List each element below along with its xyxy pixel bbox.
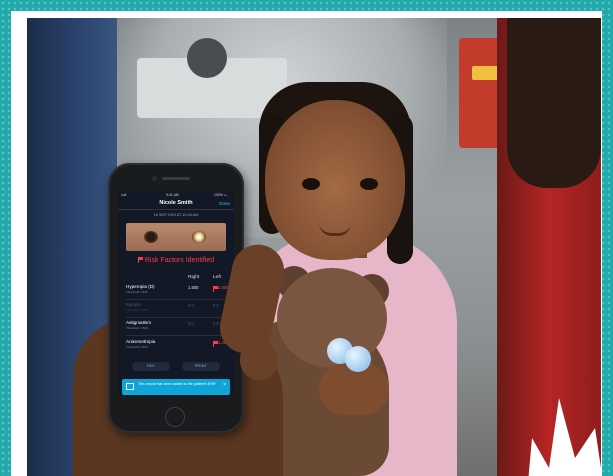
pupil-right xyxy=(192,231,206,243)
result-threshold: Threshold 1.500 xyxy=(126,290,148,294)
parent-hair xyxy=(507,18,601,188)
front-camera xyxy=(152,176,157,181)
result-left-value: 2.800 xyxy=(213,285,228,292)
flag-icon xyxy=(213,341,218,347)
flag-icon xyxy=(213,286,218,292)
girl-eye-right xyxy=(360,178,378,190)
result-threshold: Threshold 1.500 xyxy=(126,308,148,312)
risk-factors-label: Risk Factors Identified xyxy=(144,257,215,264)
lollipop xyxy=(345,346,371,372)
exam-date: 16 SEP 2019 AT 10:44 AM xyxy=(153,213,199,217)
ehr-toast[interactable]: This record has been added to the patien… xyxy=(122,379,230,395)
row-divider xyxy=(126,299,230,300)
result-left-value: 0.0 xyxy=(213,303,219,308)
result-right-value: 0.0 xyxy=(188,303,194,308)
print-button[interactable]: PRINT xyxy=(182,362,220,371)
flag-icon xyxy=(137,257,143,263)
status-time: 9:41 AM xyxy=(166,193,179,197)
home-button[interactable] xyxy=(165,407,185,427)
row-divider xyxy=(126,317,230,318)
nav-divider xyxy=(118,209,234,210)
result-right-value: 1.500 xyxy=(188,285,199,290)
result-name: Anisometropia xyxy=(126,339,156,344)
earpiece-speaker xyxy=(162,177,190,180)
girl-face xyxy=(265,100,405,260)
clinician-finger xyxy=(240,340,278,380)
ehr-record-icon xyxy=(126,383,134,390)
toast-message: This record has been added to the patien… xyxy=(138,382,216,386)
result-name: Hyperopia (D) xyxy=(126,284,155,289)
patient-name-title: Nicole Smith xyxy=(159,200,193,206)
result-left-value: 0.0 xyxy=(213,321,219,326)
equipment-knob xyxy=(187,38,227,78)
result-row: Myopia Threshold 1.500 0.0 0.0 xyxy=(126,302,230,316)
result-row: Hyperopia (D) Threshold 1.500 1.500 2.80… xyxy=(126,284,230,298)
result-name: Myopia xyxy=(126,302,141,307)
result-threshold: Threshold 1.500 xyxy=(126,326,148,330)
result-row: Astigmatism Threshold 1.500 0.0 0.0 xyxy=(126,320,230,334)
eyes-photo xyxy=(126,223,226,251)
risk-factors-header: Risk Factors Identified xyxy=(118,257,234,264)
result-row: Anisometropia Threshold 1.500 1.400 xyxy=(126,339,230,353)
white-burst-shape xyxy=(528,398,601,476)
result-right-value: 0.0 xyxy=(188,321,194,326)
phone-screen: •••ll 9:41 AM 100% ▭ Nicole Smith Done 1… xyxy=(118,191,234,397)
signal-indicator: •••ll xyxy=(121,193,127,197)
battery-indicator: 100% ▭ xyxy=(214,193,228,197)
row-divider xyxy=(126,335,230,336)
result-threshold: Threshold 1.500 xyxy=(126,345,148,349)
girl-eye-left xyxy=(302,178,320,190)
fax-button[interactable]: FAX xyxy=(132,362,170,371)
done-button[interactable]: Done xyxy=(219,201,230,206)
column-header-right: Right xyxy=(188,275,200,280)
result-name: Astigmatism xyxy=(126,320,152,325)
toast-close-icon[interactable]: × xyxy=(223,382,226,388)
pupil-left xyxy=(144,231,158,243)
column-header-left: Left xyxy=(213,275,222,280)
status-bar: •••ll 9:41 AM 100% ▭ xyxy=(118,191,234,199)
smartphone: •••ll 9:41 AM 100% ▭ Nicole Smith Done 1… xyxy=(108,163,244,433)
